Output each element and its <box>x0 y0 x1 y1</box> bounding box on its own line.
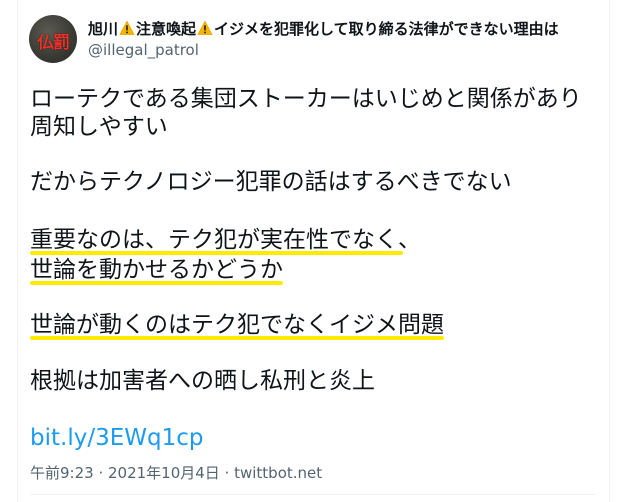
divider <box>30 494 596 495</box>
tweet-line-3: だからテクノロジー犯罪の話はするべきでない <box>30 169 512 195</box>
highlight-underline-2 <box>30 281 283 285</box>
tweet-link[interactable]: bit.ly/3EWq1cp <box>30 422 203 454</box>
tweet-line-2: 周知しやすい <box>30 114 168 140</box>
card-border-left <box>17 0 18 502</box>
tweet-card: 仏罰 旭川 注意喚起 イジメを犯罪化して取り締る法律ができない理由は @illega… <box>0 0 620 502</box>
display-name[interactable]: 旭川 注意喚起 イジメを犯罪化して取り締る法律ができない理由は <box>88 19 588 39</box>
user-handle[interactable]: @illegal_patrol <box>88 40 199 60</box>
warning-icon <box>119 20 135 35</box>
card-border-right <box>609 0 610 502</box>
avatar-logo-text: 仏罰 <box>37 33 70 53</box>
display-name-part2: 注意喚起 <box>136 20 197 38</box>
tweet-line-7: 根拠は加害者への晒し私刑と炎上 <box>30 368 375 394</box>
warning-icon <box>197 20 213 35</box>
avatar[interactable]: 仏罰 <box>29 15 77 63</box>
display-name-part3: イジメを犯罪化して取り締る法律ができない理由は <box>214 20 559 38</box>
tweet-timestamp[interactable]: 午前9:23 · 2021年10月4日 · twittbot.net <box>30 463 322 483</box>
display-name-part1: 旭川 <box>88 20 119 38</box>
highlight-underline-3 <box>30 336 444 340</box>
